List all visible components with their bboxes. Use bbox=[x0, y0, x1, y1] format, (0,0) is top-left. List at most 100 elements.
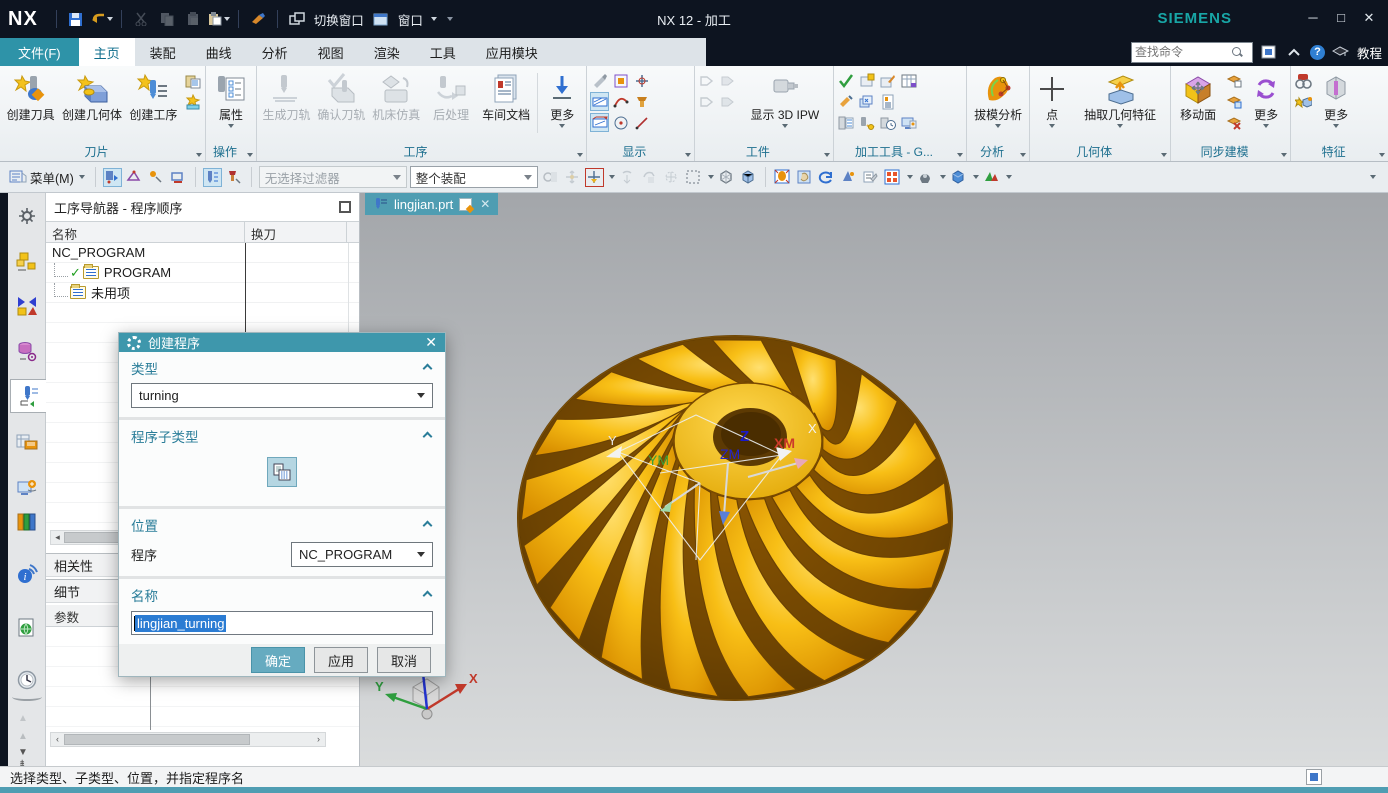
feature-more-caret[interactable] bbox=[1333, 124, 1339, 128]
scroll-thumb[interactable] bbox=[64, 532, 126, 543]
menu-button[interactable]: 菜单(M) bbox=[6, 166, 88, 189]
tab-render[interactable]: 渲染 bbox=[359, 38, 415, 66]
group-analysis-caret[interactable] bbox=[1020, 153, 1026, 157]
constraint-navigator-icon[interactable] bbox=[10, 289, 44, 323]
copy-button[interactable] bbox=[156, 9, 178, 29]
extract-geometric-feature-button[interactable]: 抽取几何特征 bbox=[1072, 69, 1168, 143]
scroll-right-icon[interactable]: › bbox=[312, 733, 325, 746]
part-tab[interactable]: lingjian.prt ✕ bbox=[365, 193, 498, 215]
part-navigator-icon[interactable] bbox=[10, 334, 44, 368]
group-geometry-caret[interactable] bbox=[1161, 153, 1167, 157]
tab-analysis[interactable]: 分析 bbox=[247, 38, 303, 66]
assembly-constraints-icon[interactable] bbox=[541, 168, 560, 187]
wcs-dynamics-icon[interactable] bbox=[662, 168, 681, 187]
tool-display-icon[interactable] bbox=[632, 92, 651, 111]
postprocess-button[interactable]: 后处理 bbox=[424, 69, 479, 143]
location-collapse-icon[interactable] bbox=[423, 520, 433, 530]
window-icon[interactable] bbox=[370, 9, 392, 29]
program-dropdown[interactable]: NC_PROGRAM bbox=[291, 542, 433, 567]
ipw-option-icon-2[interactable] bbox=[719, 71, 738, 90]
graphics-viewport[interactable]: lingjian.prt ✕ YXYMZMXMZYXZ bbox=[360, 193, 1388, 766]
render-style-icon[interactable] bbox=[916, 168, 935, 187]
ipw-caret[interactable] bbox=[782, 124, 788, 128]
group-display-caret[interactable] bbox=[685, 153, 691, 157]
pan-icon[interactable] bbox=[795, 168, 814, 187]
sync-more-caret[interactable] bbox=[1263, 124, 1269, 128]
minimize-button[interactable]: ─ bbox=[1302, 8, 1324, 28]
ipw-option-icon-4[interactable] bbox=[719, 92, 738, 111]
find-command-input[interactable] bbox=[1135, 45, 1231, 59]
tree-row-unused[interactable]: 未用项 bbox=[46, 283, 359, 303]
fit-view-icon[interactable] bbox=[773, 168, 792, 187]
perspective-icon[interactable] bbox=[839, 168, 858, 187]
find-feature-icon[interactable] bbox=[1294, 71, 1313, 90]
machine-tool-navigator-icon[interactable] bbox=[10, 426, 44, 460]
cancel-button[interactable]: 取消 bbox=[377, 647, 431, 673]
type-collapse-icon[interactable] bbox=[423, 363, 433, 373]
type-dropdown[interactable]: turning bbox=[131, 383, 433, 408]
scroll-up2-icon[interactable]: ▲ bbox=[18, 731, 28, 742]
delete-face-icon[interactable] bbox=[1224, 113, 1243, 132]
edit-setup-icon[interactable] bbox=[879, 71, 898, 90]
column-name[interactable]: 名称 bbox=[46, 222, 245, 242]
tool-list-icon[interactable] bbox=[837, 113, 856, 132]
scroll-up-icon[interactable]: ▲ bbox=[18, 713, 28, 724]
paste-button[interactable] bbox=[182, 9, 204, 29]
paste-dropdown-caret[interactable] bbox=[224, 17, 230, 21]
history-icon[interactable] bbox=[10, 663, 44, 697]
sync-more-button[interactable]: 更多 bbox=[1244, 69, 1288, 143]
maximize-button[interactable]: □ bbox=[1330, 8, 1352, 28]
fullscreen-icon[interactable] bbox=[1260, 43, 1278, 61]
undock-icon[interactable] bbox=[339, 201, 351, 213]
help-icon[interactable]: ? bbox=[1310, 45, 1325, 60]
edit-object-display-icon[interactable] bbox=[590, 71, 609, 90]
ipw-option-icon-1[interactable] bbox=[698, 71, 717, 90]
verify-toolpath-button[interactable]: 确认刀轨 bbox=[314, 69, 369, 143]
effects-caret[interactable] bbox=[1006, 175, 1012, 179]
tab-assembly[interactable]: 装配 bbox=[135, 38, 191, 66]
selection-box-icon[interactable] bbox=[684, 168, 703, 187]
switch-window-icon[interactable] bbox=[286, 9, 308, 29]
properties-button[interactable]: 属性 bbox=[208, 69, 254, 143]
resource-splitter[interactable] bbox=[12, 693, 42, 701]
machining-data-table-icon[interactable] bbox=[900, 71, 919, 90]
name-collapse-icon[interactable] bbox=[423, 590, 433, 600]
window-layout-icon[interactable] bbox=[883, 168, 902, 187]
extract-caret[interactable] bbox=[1117, 124, 1123, 128]
point-caret[interactable] bbox=[1049, 124, 1055, 128]
window-dropdown-caret[interactable] bbox=[431, 17, 437, 21]
feature-more-button[interactable]: 更多 bbox=[1314, 69, 1358, 143]
curve-display-icon[interactable] bbox=[611, 92, 630, 111]
show-3d-workpiece-icon[interactable] bbox=[590, 113, 609, 132]
snap-point-toggle-icon[interactable] bbox=[585, 168, 604, 187]
generate-toolpath-button[interactable]: 生成刀轨 bbox=[259, 69, 314, 143]
adjust-face-icon[interactable] bbox=[1224, 92, 1243, 111]
quickbar-overflow-caret[interactable] bbox=[1370, 175, 1376, 179]
select-face-icon[interactable] bbox=[125, 168, 144, 187]
selection-filter-combo[interactable]: 无选择过滤器 bbox=[259, 166, 407, 188]
copy-face-icon[interactable] bbox=[1224, 71, 1243, 90]
hand-rotate-icon[interactable] bbox=[640, 168, 659, 187]
tool-select-icon[interactable] bbox=[225, 168, 244, 187]
operation-more-button[interactable]: 更多 bbox=[540, 69, 584, 143]
program-name-input[interactable]: lingjian_turning bbox=[131, 611, 433, 635]
close-button[interactable]: ✕ bbox=[1358, 8, 1380, 28]
ipw-option-icon-3[interactable] bbox=[698, 92, 717, 111]
group-machining-tools-caret[interactable] bbox=[957, 153, 963, 157]
select-tool-icon[interactable] bbox=[837, 92, 856, 111]
toolpath-select-icon[interactable] bbox=[203, 168, 222, 187]
create-program-icon[interactable] bbox=[183, 71, 202, 90]
scroll-left-icon[interactable]: ‹ bbox=[51, 733, 64, 746]
render-caret[interactable] bbox=[940, 175, 946, 179]
true-shading-icon[interactable] bbox=[949, 168, 968, 187]
ok-button[interactable]: 确定 bbox=[251, 647, 305, 673]
operation-report-icon[interactable] bbox=[879, 92, 898, 111]
scroll-left-icon[interactable]: ◂ bbox=[51, 531, 64, 544]
group-feature-caret[interactable] bbox=[1379, 153, 1385, 157]
cut-button[interactable] bbox=[130, 9, 152, 29]
layer-copies-icon[interactable] bbox=[858, 92, 877, 111]
switch-window-button[interactable]: 切换窗口 bbox=[314, 10, 364, 29]
show-mcs-icon[interactable] bbox=[632, 71, 651, 90]
tab-file[interactable]: 文件(F) bbox=[0, 38, 79, 66]
process-assistant-icon[interactable] bbox=[10, 472, 44, 506]
